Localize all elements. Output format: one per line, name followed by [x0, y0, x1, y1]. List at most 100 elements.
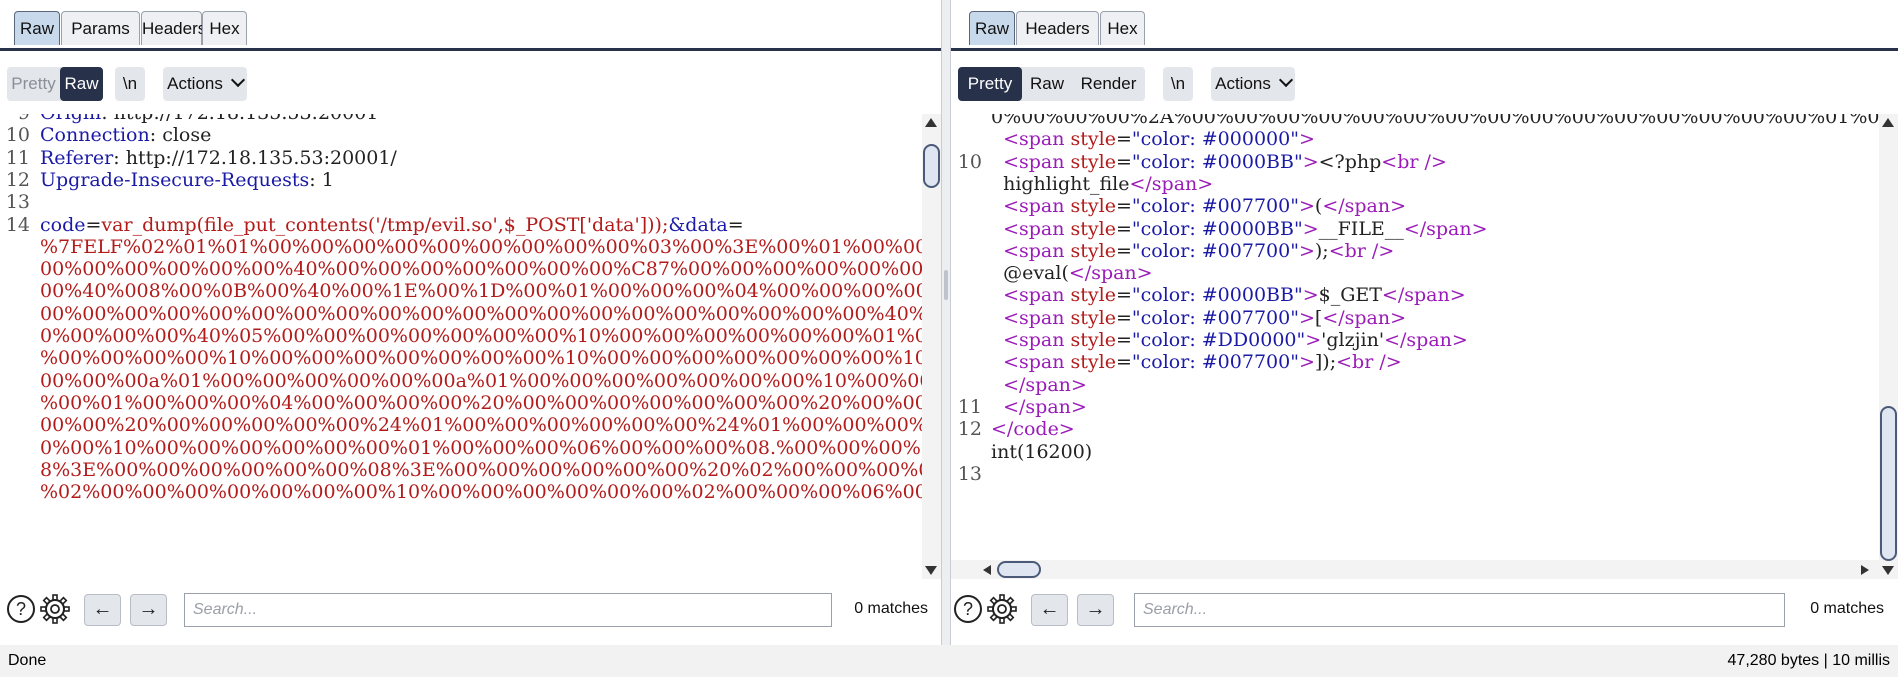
code-line: <span style="color: #0000BB">__FILE__</s…	[951, 218, 1879, 240]
raw-button[interactable]: Raw	[60, 67, 103, 101]
code-token: $_GET	[1318, 284, 1382, 307]
code-token: >	[1298, 195, 1315, 218]
search-input[interactable]	[184, 593, 832, 627]
next-match-button[interactable]: →	[1077, 594, 1114, 626]
tab-raw[interactable]: Raw	[969, 11, 1015, 45]
code-text: <span style="color: #007700">]);<br />	[991, 351, 1402, 373]
scroll-down-arrow-icon[interactable]	[925, 566, 937, 575]
code-line: 0%00%00%00%2A%00%00%00%00%00%00%00%00%00…	[951, 114, 1879, 128]
code-token: <span	[1003, 239, 1071, 262]
scroll-left-arrow-icon[interactable]	[983, 565, 991, 575]
line-number: 12	[957, 418, 982, 441]
horizontal-scroll-thumb[interactable]	[997, 561, 1041, 578]
actions-dropdown[interactable]: Actions	[163, 67, 247, 101]
help-icon[interactable]: ?	[6, 594, 36, 624]
gear-icon[interactable]	[40, 594, 70, 624]
actions-dropdown[interactable]: Actions	[1211, 67, 1295, 101]
code-token: =	[1115, 128, 1132, 151]
status-text: Done	[8, 652, 47, 669]
code-line: <span style="color: #007700">);<br />	[951, 240, 1879, 262]
code-token: </code>	[991, 418, 1075, 441]
code-token: =	[1115, 284, 1132, 307]
code-token: </span>	[1322, 306, 1407, 329]
response-editor[interactable]: 0%00%00%00%2A%00%00%00%00%00%00%00%00%00…	[951, 114, 1879, 579]
code-text: Connection: close	[40, 124, 211, 146]
chevron-down-icon	[1278, 72, 1293, 88]
header-value: close	[162, 124, 212, 147]
code-token: =	[1115, 306, 1132, 329]
tab-headers[interactable]: Headers	[1016, 11, 1099, 45]
body-text: 00%40%008%00%0B%00%40%00%1E%00%1D%00%01%…	[40, 280, 922, 303]
header-name: Upgrade-Insecure-Requests	[40, 168, 310, 191]
gear-icon[interactable]	[987, 594, 1017, 624]
code-token: >	[1298, 351, 1315, 374]
line-number: 14	[5, 213, 30, 236]
tab-params[interactable]: Params	[61, 11, 140, 45]
code-line: 12 Upgrade-Insecure-Requests: 1	[0, 169, 922, 191]
code-token: "color: #0000BB"	[1131, 150, 1303, 173]
scroll-up-arrow-icon[interactable]	[1882, 118, 1894, 127]
code-token: =	[1115, 150, 1132, 173]
code-token: >	[1298, 306, 1315, 329]
body-text: %00%00%00%00%10%00%00%00%00%00%00%00%10%…	[40, 347, 922, 370]
match-count: 0 matches	[854, 600, 928, 617]
scroll-thumb[interactable]	[923, 144, 940, 188]
code-line: <span style="color: #000000">	[951, 128, 1879, 150]
search-input[interactable]	[1134, 593, 1785, 627]
code-text: <span style="color: #007700">);<br />	[991, 240, 1394, 262]
header-sep: :	[309, 168, 322, 191]
code-line: 8%3E%00%00%00%00%00%00%08%3E%00%00%00%00…	[0, 459, 922, 481]
request-toolbar: Pretty Raw \n Actions	[0, 62, 941, 106]
code-token: </span>	[1384, 329, 1468, 351]
vertical-scrollbar[interactable]	[1879, 114, 1898, 579]
newline-toggle-button[interactable]: \n	[115, 67, 145, 101]
code-token: __FILE__	[1318, 217, 1404, 240]
next-match-button[interactable]: →	[130, 594, 167, 626]
body-text: 00%00%00a%01%00%00%00%00%00%00a%01%00%00…	[40, 369, 922, 392]
code-token: <span	[1003, 306, 1071, 329]
scroll-right-arrow-icon[interactable]	[1861, 565, 1869, 575]
pane-divider[interactable]	[941, 0, 951, 645]
code-line: int(16200)	[951, 441, 1879, 463]
code-line: 13	[0, 191, 922, 213]
code-line: 14 code=var_dump(file_put_contents('/tmp/…	[0, 214, 922, 236]
vertical-scrollbar[interactable]	[922, 114, 941, 579]
scroll-thumb[interactable]	[1880, 406, 1897, 561]
help-icon[interactable]: ?	[953, 594, 983, 624]
code-line: 10 Connection: close	[0, 124, 922, 146]
render-button[interactable]: Render	[1072, 67, 1145, 101]
previous-match-button[interactable]: ←	[84, 594, 121, 626]
line-number: 9	[0, 114, 30, 124]
raw-button[interactable]: Raw	[1022, 67, 1072, 101]
request-editor[interactable]: 9 Origin: http://172.18.135.53:20001 10 Con…	[0, 114, 922, 579]
code-token: int(16200)	[991, 440, 1093, 463]
body-text: 0%00%00%00%40%05%00%00%00%00%00%00%00%10…	[40, 325, 922, 347]
code-text: <span style="color: #DD0000">'glzjin'</s…	[991, 329, 1468, 351]
code-token: 0%00%00%00%2A%00%00%00%00%00%00%00%00%00…	[991, 114, 1879, 128]
divider-grip[interactable]	[944, 270, 948, 300]
horizontal-scrollbar[interactable]	[951, 560, 1879, 579]
pretty-button[interactable]: Pretty	[7, 67, 60, 101]
previous-match-button[interactable]: ←	[1031, 594, 1068, 626]
code-token: style	[1070, 150, 1116, 173]
code-line: 9 Origin: http://172.18.135.53:20001	[0, 114, 922, 124]
newline-toggle-button[interactable]: \n	[1163, 67, 1193, 101]
tab-headers[interactable]: Headers	[141, 11, 206, 45]
code-line: <span style="color: #007700">]);<br />	[951, 351, 1879, 373]
tab-raw[interactable]: Raw	[14, 11, 60, 45]
scroll-down-arrow-icon[interactable]	[1882, 566, 1894, 575]
tab-hex[interactable]: Hex	[202, 11, 247, 45]
pretty-button[interactable]: Pretty	[958, 67, 1022, 101]
tab-hex[interactable]: Hex	[1100, 11, 1145, 45]
code-text: <span style="color: #000000">	[991, 128, 1315, 150]
code-text: <span style="color: #0000BB">__FILE__</s…	[991, 217, 1487, 240]
code-line: <span style="color: #DD0000">'glzjin'</s…	[951, 329, 1879, 351]
code-line: <span style="color: #007700">(</span>	[951, 195, 1879, 217]
scroll-up-arrow-icon[interactable]	[925, 118, 937, 127]
body-text: 00%00%20%00%00%00%00%00%24%01%00%00%00%0…	[40, 414, 922, 437]
